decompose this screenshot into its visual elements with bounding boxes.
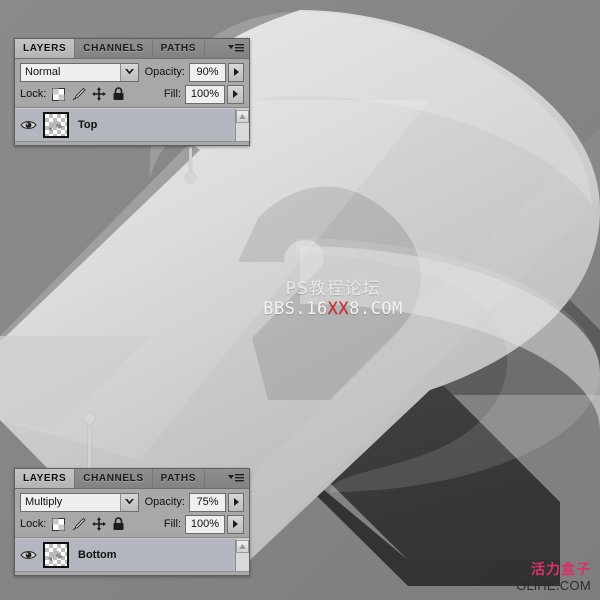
chevron-down-icon[interactable] <box>119 493 138 511</box>
blend-mode-select[interactable]: Multiply <box>20 492 139 512</box>
lock-transparency-icon[interactable] <box>51 87 66 102</box>
layers-panel-top[interactable]: LAYERS CHANNELS PATHS Normal Opacity: 90… <box>14 38 250 146</box>
panel-menu-icon[interactable] <box>228 43 244 54</box>
fill-input[interactable]: 100% <box>185 514 225 534</box>
tab-paths[interactable]: PATHS <box>152 39 206 58</box>
screenshot-canvas: PS教程论坛 BBS.16XX8.COM 活力盒子 OLiHE.COM LAYE… <box>0 0 600 600</box>
opacity-input[interactable]: 90% <box>188 62 227 82</box>
scroll-up-icon[interactable] <box>236 540 249 553</box>
lock-transparency-icon[interactable] <box>51 517 66 532</box>
panel-body: Normal Opacity: 90% Lock: Fill: 100% <box>15 59 249 104</box>
panel-menu-icon[interactable] <box>228 473 244 484</box>
logo-brand-en: OLiHE.COM <box>516 578 591 593</box>
blend-mode-value: Multiply <box>25 496 63 508</box>
opacity-label: Opacity: <box>144 496 185 508</box>
layer-row[interactable]: Bottom <box>15 538 249 572</box>
fill-input[interactable]: 100% <box>185 84 225 104</box>
tab-paths[interactable]: PATHS <box>152 469 206 488</box>
blend-mode-select[interactable]: Normal <box>20 62 139 82</box>
lock-position-icon[interactable] <box>91 517 106 532</box>
eye-icon <box>19 121 37 129</box>
lock-fill-row: Lock: Fill: 100% <box>20 84 244 104</box>
panel-body: Multiply Opacity: 75% Lock: Fill: 100% <box>15 489 249 534</box>
opacity-stepper[interactable] <box>228 492 244 512</box>
eye-icon <box>19 551 37 559</box>
lock-label: Lock: <box>20 88 47 100</box>
leader-dot-bottom <box>84 413 95 424</box>
fill-label: Fill: <box>163 518 181 530</box>
layer-name: Bottom <box>78 549 117 561</box>
layer-list[interactable]: Top <box>15 107 249 145</box>
site-logo: 活力盒子 OLiHE.COM <box>516 562 591 593</box>
lock-position-icon[interactable] <box>91 87 106 102</box>
tab-channels[interactable]: CHANNELS <box>75 39 153 58</box>
opacity-label: Opacity: <box>144 66 185 78</box>
tab-layers[interactable]: LAYERS <box>15 469 76 488</box>
lock-all-icon[interactable] <box>111 517 126 532</box>
panel-tab-bar[interactable]: LAYERS CHANNELS PATHS <box>15 39 249 59</box>
fill-stepper[interactable] <box>227 84 244 104</box>
blend-opacity-row: Normal Opacity: 90% <box>20 62 244 82</box>
leader-line-bottom <box>88 418 91 472</box>
tab-layers[interactable]: LAYERS <box>15 39 76 58</box>
layer-thumbnail[interactable] <box>43 542 69 568</box>
chevron-down-icon[interactable] <box>119 63 138 81</box>
lock-label: Lock: <box>20 518 47 530</box>
blend-mode-value: Normal <box>25 66 61 78</box>
layer-thumbnail[interactable] <box>43 112 69 138</box>
layers-panel-bottom[interactable]: LAYERS CHANNELS PATHS Multiply Opacity: … <box>14 468 250 576</box>
blend-opacity-row: Multiply Opacity: 75% <box>20 492 244 512</box>
opacity-stepper[interactable] <box>228 62 244 82</box>
lock-all-icon[interactable] <box>111 87 126 102</box>
fill-label: Fill: <box>163 88 181 100</box>
layer-row[interactable]: Top <box>15 108 249 142</box>
leader-dot-top <box>185 172 196 183</box>
logo-brand-cn: 活力盒子 <box>531 562 591 578</box>
scroll-up-icon[interactable] <box>236 110 249 123</box>
layer-list-scrollbar[interactable] <box>235 109 249 141</box>
layer-list[interactable]: Bottom <box>15 537 249 575</box>
lock-pixels-icon[interactable] <box>71 517 86 532</box>
fill-stepper[interactable] <box>227 514 244 534</box>
opacity-input[interactable]: 75% <box>188 492 227 512</box>
layer-visibility-toggle[interactable] <box>15 549 41 561</box>
panel-tab-bar[interactable]: LAYERS CHANNELS PATHS <box>15 469 249 489</box>
tab-channels[interactable]: CHANNELS <box>75 469 153 488</box>
layer-name: Top <box>78 119 98 131</box>
layer-list-scrollbar[interactable] <box>235 539 249 571</box>
lock-pixels-icon[interactable] <box>71 87 86 102</box>
layer-visibility-toggle[interactable] <box>15 119 41 131</box>
lock-fill-row: Lock: Fill: 100% <box>20 514 244 534</box>
